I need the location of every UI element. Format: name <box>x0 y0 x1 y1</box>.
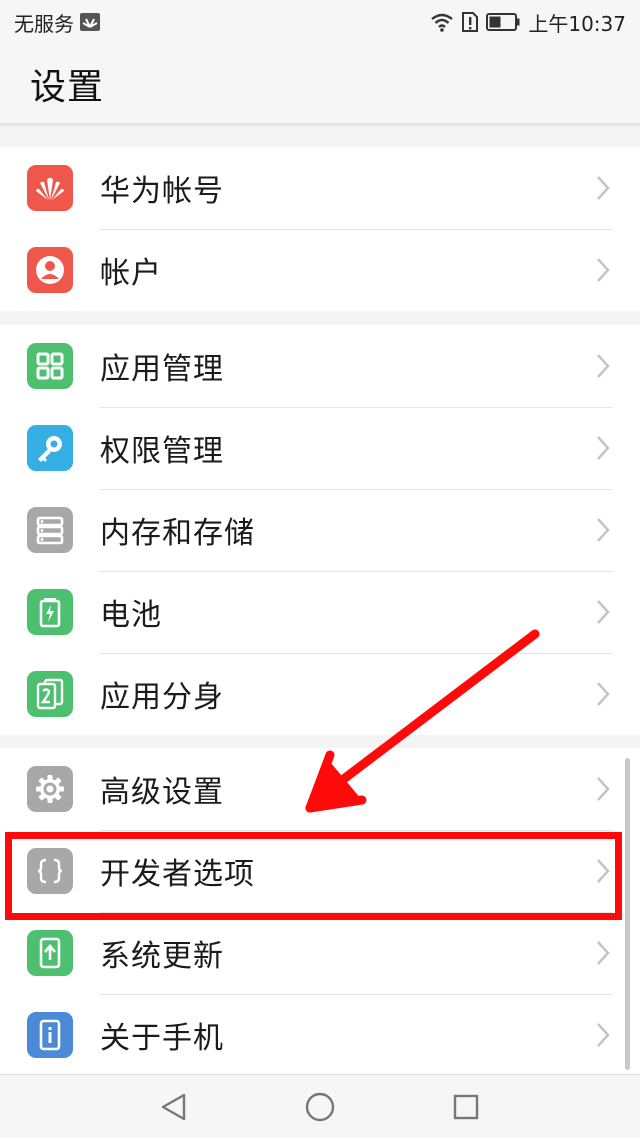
divider <box>100 830 612 831</box>
system-update-icon <box>27 930 73 976</box>
divider <box>100 407 612 408</box>
settings-item-label: 应用管理 <box>100 352 224 387</box>
settings-item-label: 华为帐号 <box>100 174 224 209</box>
alert-sim-icon <box>462 12 479 32</box>
carrier-text: 无服务 <box>14 11 74 36</box>
settings-item-label: 系统更新 <box>100 939 224 974</box>
settings-item-app-management[interactable]: 应用管理 <box>0 325 640 407</box>
settings-item-label: 内存和存储 <box>100 516 255 551</box>
chevron-right-icon <box>596 435 610 465</box>
divider <box>100 994 612 995</box>
chevron-right-icon <box>596 940 610 970</box>
page-header: 设置 <box>0 44 640 126</box>
back-icon[interactable] <box>156 1089 192 1125</box>
settings-item-about-phone[interactable]: 关于手机 <box>0 994 640 1076</box>
app-twin-icon <box>27 671 73 717</box>
settings-item-permission-management[interactable]: 权限管理 <box>0 407 640 489</box>
settings-item-account[interactable]: 帐户 <box>0 229 640 311</box>
battery-status-icon <box>486 13 520 31</box>
wifi-icon <box>430 12 454 32</box>
settings-item-app-twin[interactable]: 应用分身 <box>0 653 640 735</box>
settings-item-label: 高级设置 <box>100 775 224 810</box>
divider <box>100 229 612 230</box>
settings-screen: 无服务 上午10:37 设置 华为帐号 帐户 应用管理 权限管理 内存和存储 电… <box>0 0 640 1138</box>
settings-group-apps: 应用管理 权限管理 内存和存储 电池 应用分身 <box>0 325 640 735</box>
settings-group-accounts: 华为帐号 帐户 <box>0 147 640 311</box>
settings-item-label: 电池 <box>100 598 162 633</box>
chevron-right-icon <box>596 776 610 806</box>
key-icon <box>27 425 73 471</box>
chevron-right-icon <box>596 681 610 711</box>
recents-icon[interactable] <box>448 1089 484 1125</box>
gear-icon <box>27 766 73 812</box>
settings-item-system-update[interactable]: 系统更新 <box>0 912 640 994</box>
chevron-right-icon <box>596 1022 610 1052</box>
phone-info-icon <box>27 1012 73 1058</box>
chevron-right-icon <box>596 353 610 383</box>
huawei-logo-icon <box>27 165 73 211</box>
settings-item-label: 权限管理 <box>100 434 224 469</box>
storage-icon <box>27 507 73 553</box>
scrollbar-thumb[interactable] <box>625 758 630 1070</box>
clock-text: 上午10:37 <box>528 11 626 36</box>
chevron-right-icon <box>596 257 610 287</box>
battery-icon <box>27 589 73 635</box>
divider <box>100 653 612 654</box>
navigation-bar <box>0 1074 640 1138</box>
chevron-right-icon <box>596 175 610 205</box>
settings-item-battery[interactable]: 电池 <box>0 571 640 653</box>
settings-item-label: 关于手机 <box>100 1021 224 1056</box>
page-title: 设置 <box>30 66 105 108</box>
app-grid-icon <box>27 343 73 389</box>
settings-item-huawei-id[interactable]: 华为帐号 <box>0 147 640 229</box>
divider <box>100 571 612 572</box>
status-bar: 无服务 上午10:37 <box>0 0 640 44</box>
huawei-notification-icon <box>80 13 100 31</box>
settings-item-advanced[interactable]: 高级设置 <box>0 748 640 830</box>
settings-item-label: 帐户 <box>100 256 162 291</box>
home-icon[interactable] <box>302 1089 338 1125</box>
chevron-right-icon <box>596 599 610 629</box>
divider <box>100 489 612 490</box>
settings-item-label: 应用分身 <box>100 680 224 715</box>
chevron-right-icon <box>596 517 610 547</box>
annotation-highlight-box <box>5 832 622 920</box>
settings-item-memory-storage[interactable]: 内存和存储 <box>0 489 640 571</box>
account-person-icon <box>27 247 73 293</box>
